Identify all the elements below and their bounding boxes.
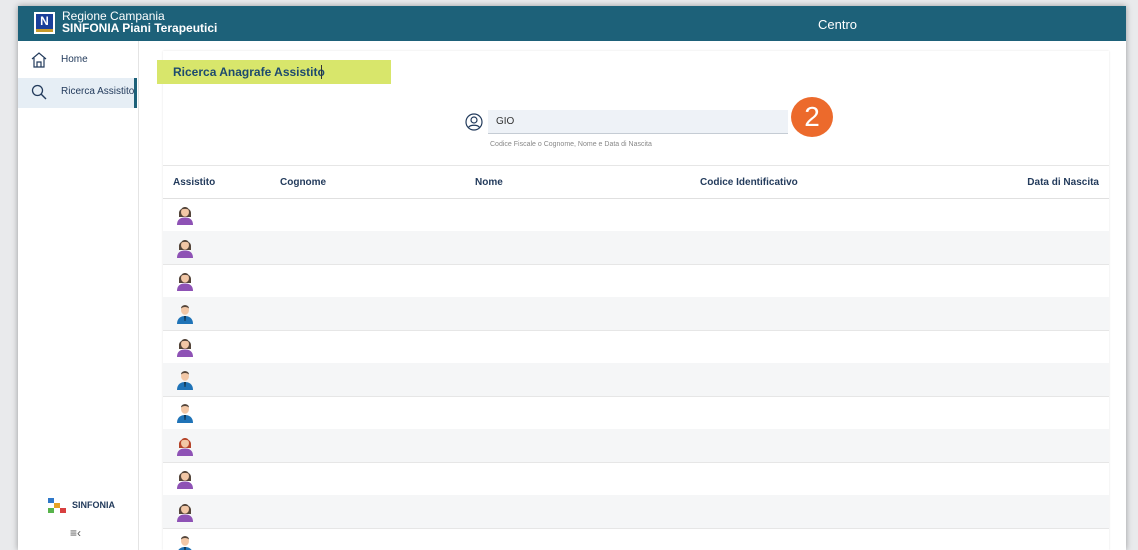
table-row[interactable] xyxy=(163,495,1109,529)
search-hint: Codice Fiscale o Cognome, Nome e Data di… xyxy=(490,141,652,148)
sinfonia-logo-mark xyxy=(48,498,66,513)
page-title-highlight: Ricerca Anagrafe Assistito xyxy=(157,60,391,84)
app-name: SINFONIA Piani Terapeutici xyxy=(62,21,218,35)
table-row[interactable] xyxy=(163,528,1109,550)
table-row[interactable] xyxy=(163,330,1109,364)
table-header: Assistito Cognome Nome Codice Identifica… xyxy=(163,165,1109,199)
column-codice-identificativo[interactable]: Codice Identificativo xyxy=(700,177,798,188)
female-avatar-icon xyxy=(177,207,193,225)
male-avatar-icon xyxy=(177,371,193,390)
table-row[interactable] xyxy=(163,429,1109,463)
sidebar-item-label: Ricerca Assistito xyxy=(61,86,135,97)
column-nome[interactable]: Nome xyxy=(475,177,503,188)
sidebar-item-ricerca-assistito[interactable]: Ricerca Assistito xyxy=(18,78,137,108)
table-row[interactable] xyxy=(163,231,1109,265)
page-title: Ricerca Anagrafe Assistito xyxy=(173,65,325,79)
sidebar: Home Ricerca Assistito SINFONIA ≡‹ xyxy=(18,41,139,550)
column-data-di-nascita[interactable]: Data di Nascita xyxy=(1027,177,1099,188)
user-circle-icon xyxy=(465,113,483,131)
female-avatar-icon xyxy=(177,504,193,522)
column-assistito[interactable]: Assistito xyxy=(173,177,215,188)
table-row[interactable] xyxy=(163,297,1109,331)
female-avatar-icon xyxy=(177,471,193,489)
step-badge: 2 xyxy=(791,97,833,137)
table-row[interactable] xyxy=(163,198,1109,232)
sinfonia-logo-text: SINFONIA xyxy=(72,500,116,510)
male-avatar-icon xyxy=(177,305,193,324)
text-cursor xyxy=(321,65,322,79)
regione-campania-logo: N xyxy=(34,12,55,34)
search-icon xyxy=(31,84,47,100)
female-avatar-icon xyxy=(177,339,193,357)
female-avatar-icon xyxy=(177,240,193,258)
center-label: Centro xyxy=(818,17,858,32)
table-row[interactable] xyxy=(163,462,1109,496)
column-cognome[interactable]: Cognome xyxy=(280,177,326,188)
sidebar-item-label: Home xyxy=(61,54,88,65)
patient-search-input[interactable] xyxy=(488,110,788,134)
home-icon xyxy=(31,52,47,68)
collapse-menu-icon[interactable]: ≡‹ xyxy=(70,526,81,540)
male-avatar-icon xyxy=(177,404,193,423)
top-bar: N Regione Campania SINFONIA Piani Terape… xyxy=(18,6,1126,41)
app-window: N Regione Campania SINFONIA Piani Terape… xyxy=(18,6,1126,550)
table-row[interactable] xyxy=(163,396,1109,430)
sinfonia-logo: SINFONIA xyxy=(48,496,128,516)
table-row[interactable] xyxy=(163,363,1109,397)
male-avatar-icon xyxy=(178,536,192,550)
main-panel: Ricerca Anagrafe Assistito Codice Fiscal… xyxy=(157,51,1109,550)
female-avatar-icon xyxy=(177,273,193,291)
female-avatar-icon xyxy=(177,438,193,456)
table-row[interactable] xyxy=(163,264,1109,298)
app-brand: Regione Campania SINFONIA Piani Terapeut… xyxy=(62,10,217,34)
sidebar-item-home[interactable]: Home xyxy=(18,46,137,74)
